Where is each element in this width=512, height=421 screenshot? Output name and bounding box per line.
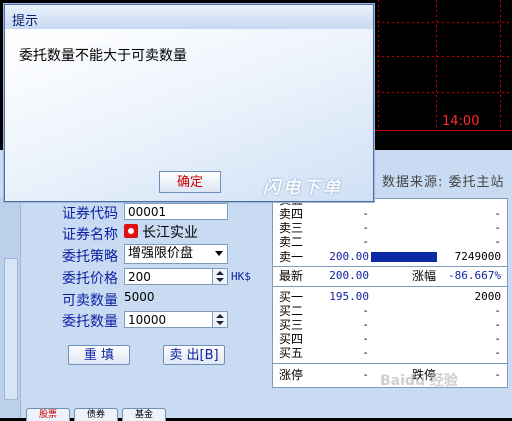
strategy-select[interactable]: 增强限价盘 xyxy=(124,244,228,264)
bid-label: 买三 xyxy=(279,318,304,332)
sellable-value: 5000 xyxy=(124,290,155,304)
bid-price: - xyxy=(362,304,369,317)
currency-label: HK$ xyxy=(231,270,251,283)
ask-row: 卖二 - - xyxy=(273,235,507,249)
strategy-selected-value: 增强限价盘 xyxy=(128,246,194,261)
bid-volume: - xyxy=(494,318,501,331)
price-input[interactable]: 200 xyxy=(124,268,228,285)
chevron-down-icon[interactable] xyxy=(215,251,223,256)
limit-up-value: - xyxy=(362,368,369,381)
sellable-label: 可卖数量 xyxy=(62,293,118,309)
ask-label: 卖一 xyxy=(279,250,304,264)
scrollbar-thumb[interactable] xyxy=(4,258,18,400)
scrollbar[interactable] xyxy=(0,198,21,418)
chart-gridline xyxy=(372,22,512,23)
stock-code-input[interactable]: 00001 xyxy=(124,203,228,220)
last-label: 最新 xyxy=(279,269,304,283)
limit-up-label: 涨停 xyxy=(279,368,304,382)
bid-row: 买四 - - xyxy=(273,332,507,346)
stock-name-label: 证券名称 xyxy=(62,227,118,243)
reset-button[interactable]: 重 填 xyxy=(68,345,130,365)
alert-dialog: 提示 委托数量不能大于可卖数量 确定 闪电下单 xyxy=(4,4,374,202)
strategy-label: 委托策略 xyxy=(62,249,118,265)
ask-volume: - xyxy=(494,221,501,234)
bid-label: 买二 xyxy=(279,304,304,318)
quantity-label: 委托数量 xyxy=(62,314,118,330)
divider xyxy=(273,363,507,364)
chart-gridline xyxy=(372,56,512,57)
bid-price: - xyxy=(362,318,369,331)
quantity-input[interactable]: 10000 xyxy=(124,311,228,328)
chart-gridline xyxy=(372,92,512,93)
bid-volume: 2000 xyxy=(474,290,502,303)
ask-row: 卖三 - - xyxy=(273,221,507,235)
price-value: 200 xyxy=(128,270,151,284)
bid-volume: - xyxy=(494,346,501,359)
hk-flag-icon xyxy=(124,224,138,238)
dialog-title: 提示 xyxy=(12,14,39,29)
ask-volume: - xyxy=(494,207,501,220)
tab-bond[interactable]: 债券 xyxy=(74,408,118,421)
ask-label: 卖二 xyxy=(279,235,304,249)
dialog-message: 委托数量不能大于可卖数量 xyxy=(19,48,187,64)
limit-down-value: - xyxy=(494,368,501,381)
ask-row: 卖一 200.00 7249000 xyxy=(273,250,507,264)
chart-gridline xyxy=(436,0,437,130)
chart-gridline xyxy=(378,0,379,130)
divider xyxy=(273,266,507,267)
ok-button[interactable]: 确定 xyxy=(159,171,221,193)
ask-volume: 7249000 xyxy=(454,250,501,263)
chart-gridline xyxy=(500,0,501,130)
bid-price: 195.00 xyxy=(329,290,369,303)
quantity-value: 10000 xyxy=(128,313,167,327)
tab-stock[interactable]: 股票 xyxy=(26,408,70,421)
bid-label: 买五 xyxy=(279,346,304,360)
site-watermark: Baidu 经验 xyxy=(380,373,458,389)
stock-code-label: 证券代码 xyxy=(62,206,118,222)
chart-axis xyxy=(372,130,512,131)
dialog-titlebar: 提示 xyxy=(5,5,373,29)
bid-row: 买三 - - xyxy=(273,318,507,332)
ask-price: 200.00 xyxy=(329,250,369,263)
bid-row: 买二 - - xyxy=(273,304,507,318)
quote-panel: 卖五 卖四 - - 卖三 - - 卖二 - - 卖一 200.00 724900… xyxy=(272,193,508,388)
price-stepper[interactable] xyxy=(212,269,227,284)
bid-label: 买四 xyxy=(279,332,304,346)
change-value: -86.667% xyxy=(448,269,501,282)
bid-price: - xyxy=(362,332,369,345)
stock-name-value: 长江实业 xyxy=(142,225,198,241)
bid-label: 买一 xyxy=(279,290,304,304)
bid-row: 买一 195.00 2000 xyxy=(273,290,507,304)
price-label: 委托价格 xyxy=(62,271,118,287)
ask-price: - xyxy=(362,235,369,248)
quantity-stepper[interactable] xyxy=(212,312,227,327)
bid-volume: - xyxy=(494,304,501,317)
last-price-row: 最新 200.00 涨幅 -86.667% xyxy=(273,269,507,283)
change-label: 涨幅 xyxy=(412,269,437,283)
bid-price: - xyxy=(362,346,369,359)
ask-price: - xyxy=(362,207,369,220)
volume-bar xyxy=(371,252,437,262)
divider xyxy=(273,286,507,287)
bid-volume: - xyxy=(494,332,501,345)
time-axis-label: 14:00 xyxy=(442,114,480,129)
ask-label: 卖四 xyxy=(279,207,304,221)
sell-button[interactable]: 卖 出[B] xyxy=(163,345,225,365)
last-price: 200.00 xyxy=(329,269,369,282)
ask-price: - xyxy=(362,221,369,234)
brand-watermark: 闪电下单 xyxy=(263,178,343,198)
tab-fund[interactable]: 基金 xyxy=(122,408,166,421)
ask-row: 卖四 - - xyxy=(273,207,507,221)
bid-row: 买五 - - xyxy=(273,346,507,360)
data-source-label: 数据来源: 委托主站 xyxy=(382,175,505,190)
ask-volume: - xyxy=(494,235,501,248)
ask-label: 卖三 xyxy=(279,221,304,235)
